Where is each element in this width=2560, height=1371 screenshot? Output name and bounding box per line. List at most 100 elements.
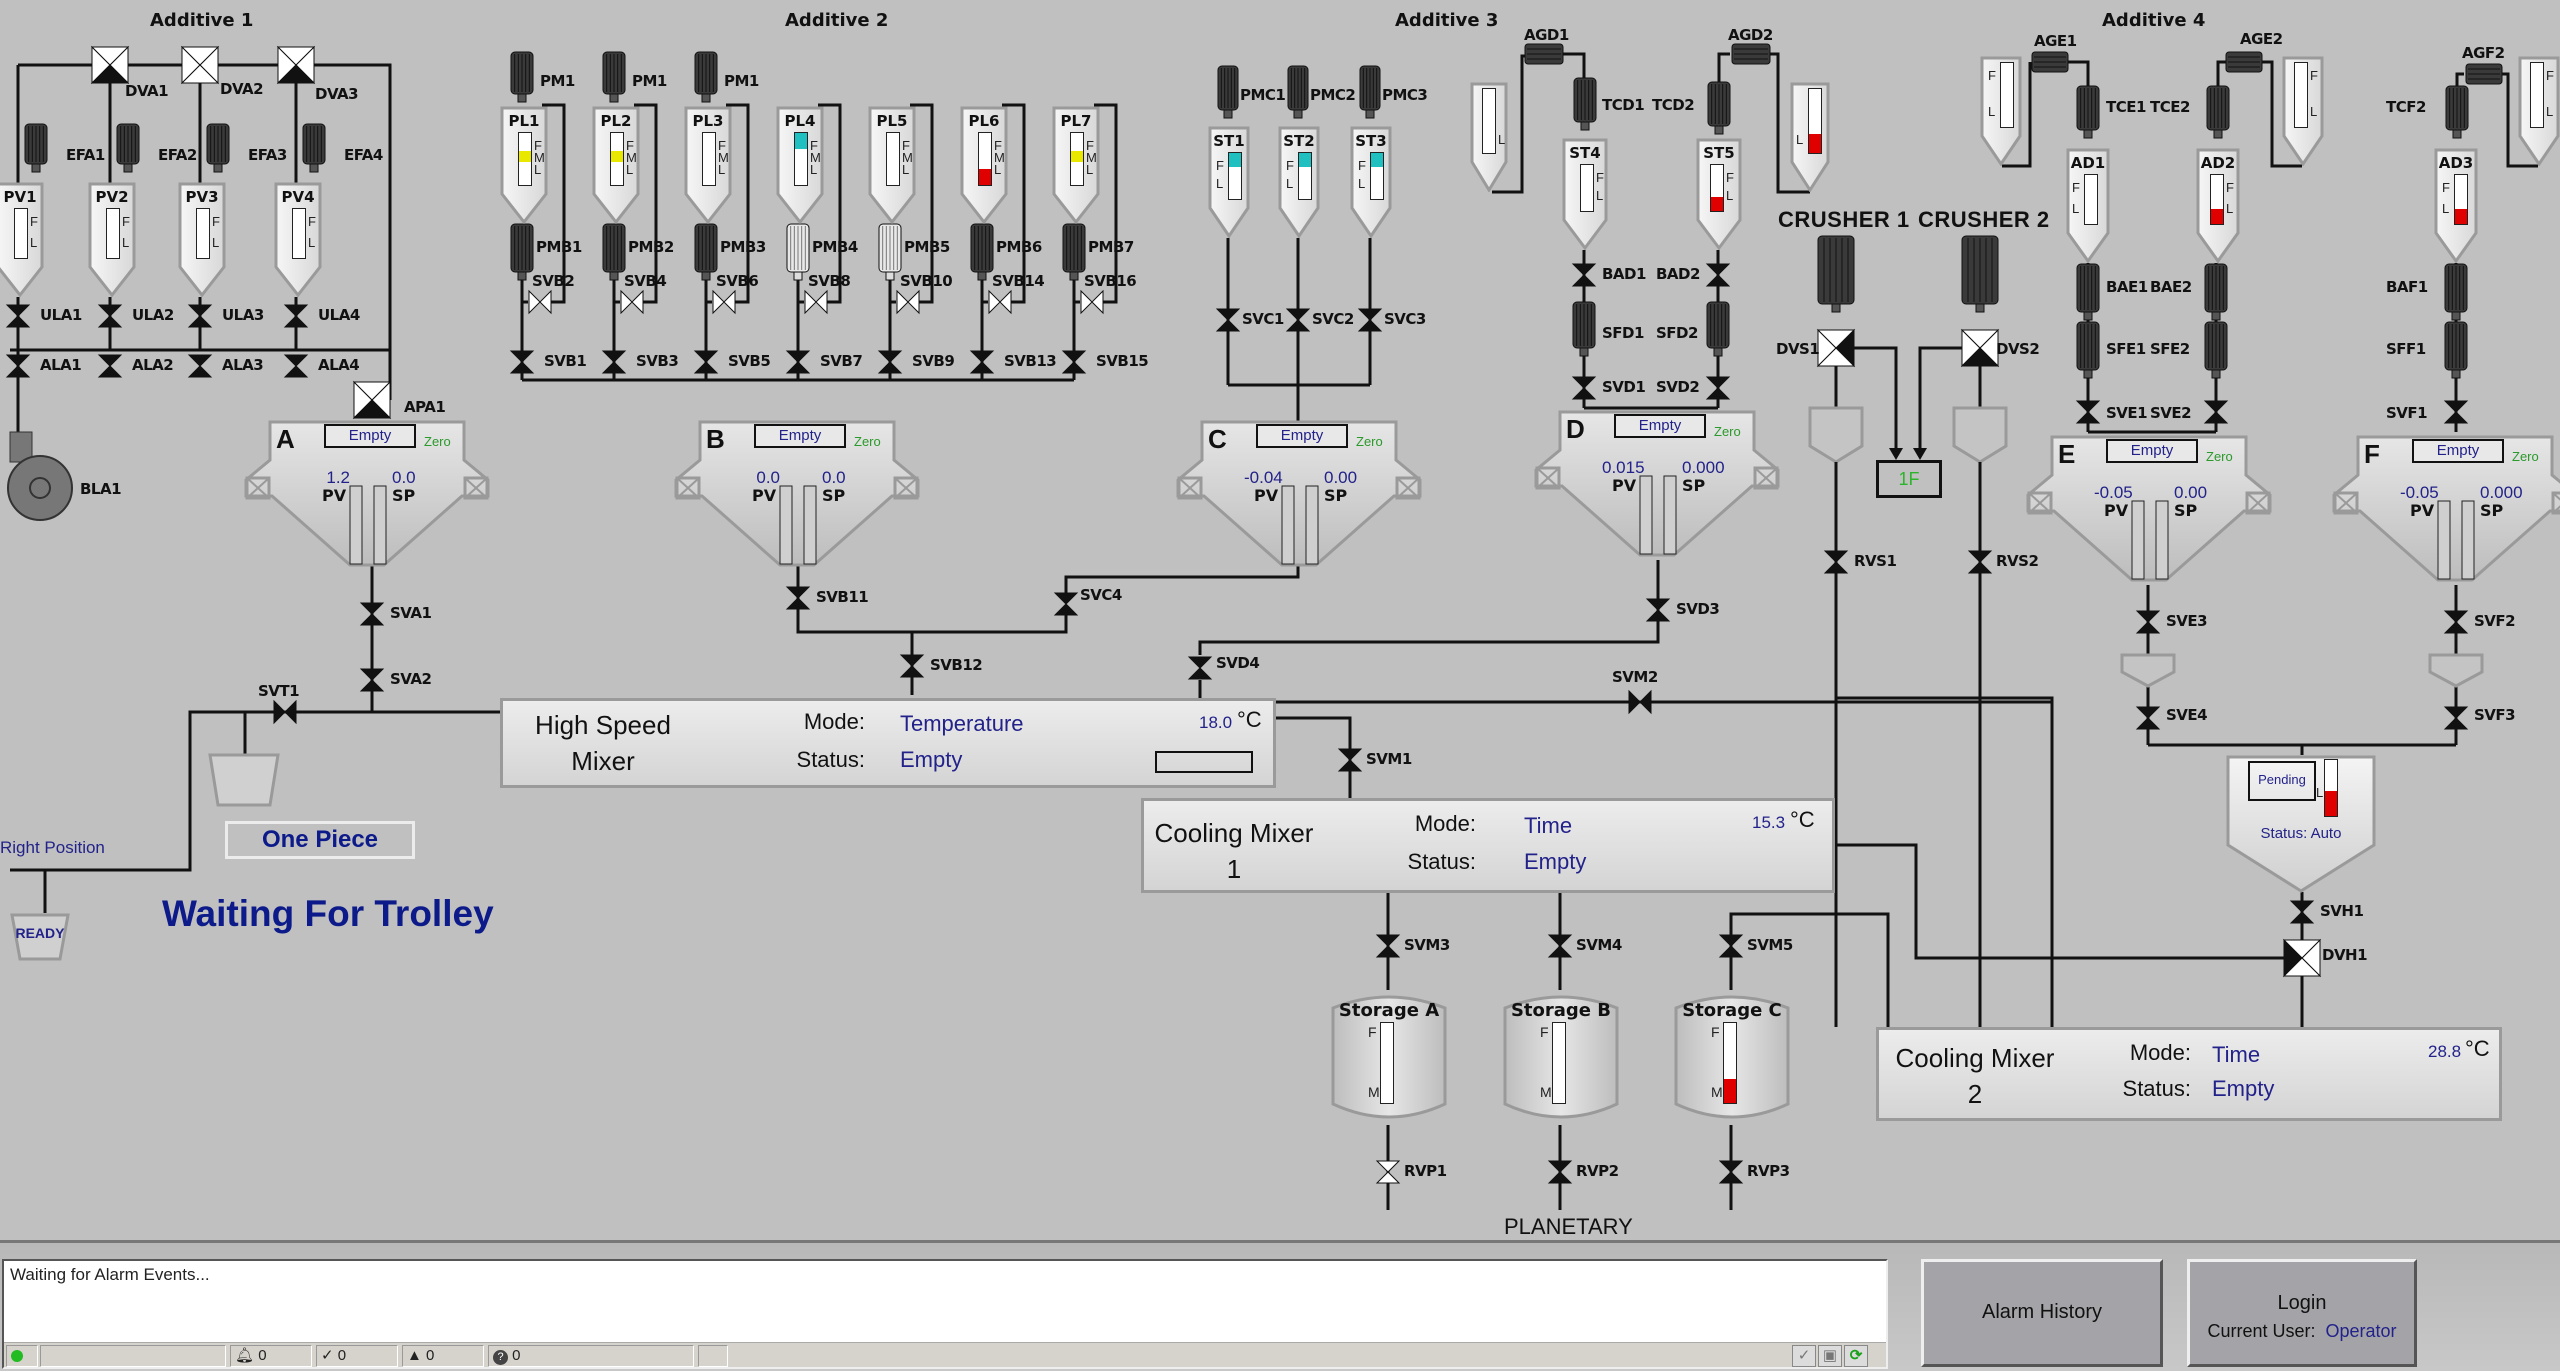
- diverter-dva1[interactable]: [90, 45, 130, 85]
- valve-feed[interactable]: [601, 350, 627, 374]
- silo-pl1[interactable]: PL1 F M L: [500, 106, 548, 224]
- valve-bypass[interactable]: [620, 289, 644, 315]
- motor-sfd[interactable]: [1706, 301, 1730, 357]
- valve-bypass[interactable]: [712, 289, 736, 315]
- weigh-hopper-e[interactable]: E Empty Zero -0.05 0.00 PV SP: [2024, 435, 2274, 585]
- silo-pv1[interactable]: PV1 F L: [0, 182, 44, 297]
- weigh-hopper-c[interactable]: C Empty Zero -0.04 0.00 PV SP: [1174, 420, 1424, 570]
- motor-efa1[interactable]: [24, 123, 48, 173]
- cooling-mixer-2-panel[interactable]: Cooling Mixer 2 Mode: Time Status: Empty …: [1876, 1027, 2502, 1121]
- valve-ula4[interactable]: [283, 304, 309, 328]
- valve-apa1[interactable]: [352, 380, 392, 420]
- motor-pmc1[interactable]: [1217, 65, 1239, 119]
- silo-pv3[interactable]: PV3 F L: [178, 182, 226, 297]
- valve-svc1[interactable]: [1215, 308, 1241, 332]
- valve-svf-lower[interactable]: [2443, 706, 2469, 730]
- motor-pmb3[interactable]: [694, 223, 718, 281]
- motor-efa3[interactable]: [206, 123, 230, 173]
- crusher-bin-1f[interactable]: 1F: [1876, 460, 1942, 498]
- storage-tank[interactable]: Storage C F M: [1673, 990, 1791, 1125]
- motor-pm3[interactable]: [694, 51, 718, 103]
- motor-crusher1[interactable]: [1817, 235, 1855, 313]
- valve-sv[interactable]: [2203, 400, 2229, 424]
- valve-svf-upper[interactable]: [2443, 610, 2469, 634]
- acknowledge-all-button[interactable]: ✓: [1792, 1345, 1816, 1367]
- trolley-ready-indicator[interactable]: READY: [10, 913, 70, 961]
- valve-feed[interactable]: [877, 350, 903, 374]
- valve-ala4[interactable]: [283, 354, 309, 378]
- valve-bypass[interactable]: [896, 289, 920, 315]
- motor-pmb5[interactable]: [878, 223, 902, 281]
- source-tank-e1[interactable]: FL: [1980, 56, 2022, 166]
- motor-pmb7[interactable]: [1062, 223, 1086, 281]
- silo-ad3[interactable]: AD3 F L: [2434, 148, 2478, 263]
- motor-pm2[interactable]: [602, 51, 626, 103]
- valve-ula1[interactable]: [5, 304, 31, 328]
- motor-sf[interactable]: [2204, 321, 2228, 379]
- valve-sve-upper[interactable]: [2135, 610, 2161, 634]
- silo-pv4[interactable]: PV4 F L: [274, 182, 322, 297]
- valve-svd3[interactable]: [1645, 598, 1671, 622]
- motor-pmc2[interactable]: [1287, 65, 1309, 119]
- valve-rvp3[interactable]: [1718, 1160, 1744, 1184]
- valve-feed[interactable]: [1061, 350, 1087, 374]
- valve-svh1[interactable]: [2289, 900, 2315, 924]
- silo-pl2[interactable]: PL2 F M L: [592, 106, 640, 224]
- motor-crusher2[interactable]: [1961, 235, 1999, 313]
- motor-ba[interactable]: [2444, 263, 2468, 321]
- valve-feed[interactable]: [785, 350, 811, 374]
- valve-svd[interactable]: [1705, 376, 1731, 400]
- source-tank-e2[interactable]: FL: [2282, 56, 2324, 166]
- motor-pmb6[interactable]: [970, 223, 994, 281]
- valve-sva2[interactable]: [359, 668, 385, 692]
- valve-svb12[interactable]: [899, 654, 925, 678]
- refresh-button[interactable]: ⟳: [1844, 1345, 1868, 1367]
- motor-tce1[interactable]: [2076, 85, 2100, 139]
- motor-pmc3[interactable]: [1359, 65, 1381, 119]
- motor-tcd2[interactable]: [1707, 81, 1731, 135]
- valve-svm1[interactable]: [1337, 748, 1363, 772]
- weigh-hopper-d[interactable]: D Empty Zero 0.015 0.000 PV SP: [1532, 410, 1782, 560]
- valve-svm5[interactable]: [1718, 934, 1744, 958]
- login-button[interactable]: Login Current User: Operator: [2187, 1259, 2417, 1367]
- diverter-dvs1[interactable]: [1816, 328, 1856, 368]
- motor-efa2[interactable]: [116, 123, 140, 173]
- silo-pl3[interactable]: PL3 F M L: [684, 106, 732, 224]
- motor-efa4[interactable]: [302, 123, 326, 173]
- weigh-hopper-b[interactable]: B Empty Zero 0.0 0.0 PV SP: [672, 420, 922, 570]
- diverter-dva2[interactable]: [180, 45, 220, 85]
- silence-button[interactable]: ▣: [1818, 1345, 1842, 1367]
- valve-ala3[interactable]: [187, 354, 213, 378]
- valve-feed[interactable]: [969, 350, 995, 374]
- valve-svm2[interactable]: [1628, 689, 1652, 715]
- storage-tank[interactable]: Storage A F M: [1330, 990, 1448, 1125]
- weigh-hopper-a[interactable]: A Empty Zero 1.2 0.0 PV SP: [242, 420, 492, 570]
- silo-pl6[interactable]: PL6 F M L: [960, 106, 1008, 224]
- alarm-event-list[interactable]: Waiting for Alarm Events... 🔔︎ 0 ✓ 0 ▲ 0…: [2, 1259, 1888, 1369]
- valve-bypass[interactable]: [988, 289, 1012, 315]
- silo-st3[interactable]: ST3 F L: [1350, 126, 1392, 238]
- diverter-dvh1[interactable]: [2282, 938, 2322, 978]
- motor-ba[interactable]: [2204, 263, 2228, 321]
- motor-sfd[interactable]: [1572, 301, 1596, 357]
- valve-ala1[interactable]: [5, 354, 31, 378]
- alarm-history-button[interactable]: Alarm History: [1921, 1259, 2163, 1367]
- agitator-age1[interactable]: [2031, 51, 2069, 73]
- motor-sf[interactable]: [2444, 321, 2468, 379]
- silo-pl5[interactable]: PL5 F M L: [868, 106, 916, 224]
- agitator-agf2[interactable]: [2465, 63, 2503, 85]
- valve-feed[interactable]: [693, 350, 719, 374]
- valve-svt1[interactable]: [273, 699, 297, 725]
- silo-st1[interactable]: ST1 F L: [1208, 126, 1250, 238]
- weigh-hopper-f[interactable]: F Empty Zero -0.05 0.000 PV SP: [2330, 435, 2560, 585]
- silo-st5[interactable]: ST5 F L: [1696, 138, 1742, 250]
- valve-svm3[interactable]: [1375, 934, 1401, 958]
- valve-svc4[interactable]: [1053, 592, 1079, 616]
- agitator-age2[interactable]: [2225, 51, 2263, 73]
- valve-rvs2[interactable]: [1967, 550, 1993, 574]
- agitator-agd1[interactable]: [1524, 43, 1564, 65]
- source-tank-d2[interactable]: L: [1790, 82, 1830, 192]
- silo-st4[interactable]: ST4 F L: [1562, 138, 1608, 250]
- valve-svb11[interactable]: [785, 586, 811, 610]
- valve-bypass[interactable]: [804, 289, 828, 315]
